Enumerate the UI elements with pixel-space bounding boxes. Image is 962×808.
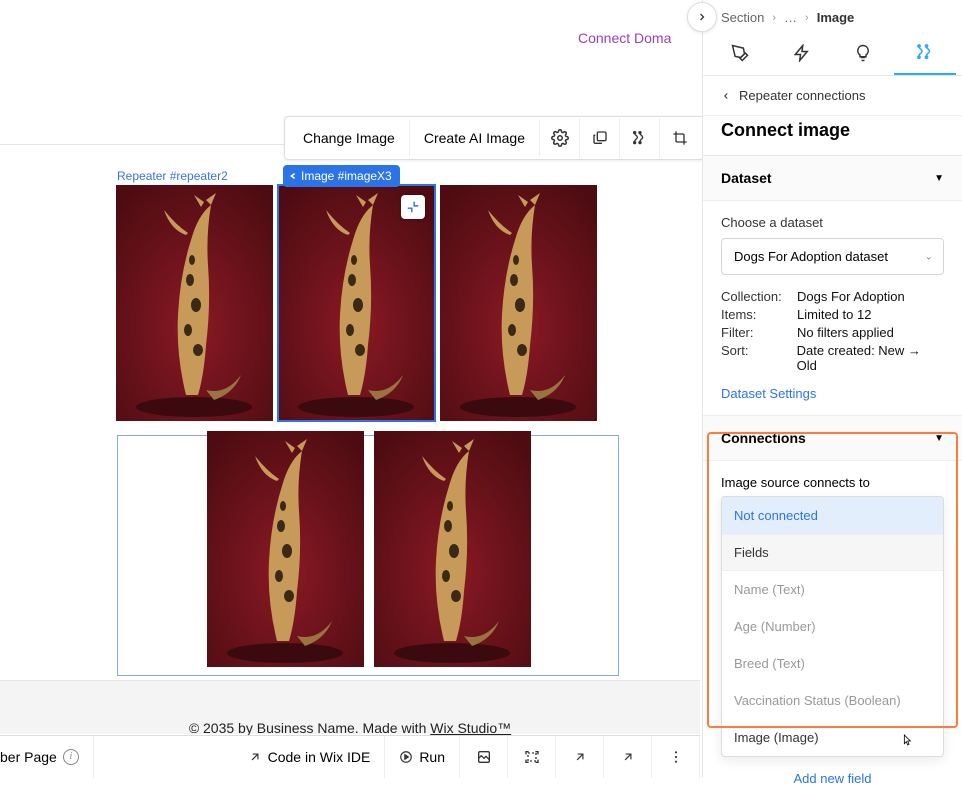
tab-data[interactable] [894, 31, 956, 75]
connections-section-label: Connections [721, 430, 806, 446]
layers-icon[interactable] [580, 118, 620, 158]
kv-key: Sort: [721, 343, 789, 373]
dataset-section: Choose a dataset Dogs For Adoption datas… [703, 201, 962, 416]
tab-design[interactable] [709, 31, 771, 75]
code-ide-label: Code in Wix IDE [268, 749, 371, 765]
repeater-item[interactable] [116, 185, 273, 421]
footer-link[interactable]: Wix Studio™ [430, 720, 511, 736]
data-icon[interactable] [620, 118, 660, 158]
editor-canvas: Change Image Create AI Image Repeater #r… [0, 44, 700, 734]
dropdown-field-vaccination[interactable]: Vaccination Status (Boolean) [722, 682, 943, 719]
kv-val: Limited to 12 [797, 307, 871, 322]
inspector-panel: Section › … › Image Repeater connections… [702, 0, 962, 777]
chevron-down-icon: ▼ [934, 433, 944, 444]
panel-tabs [703, 31, 962, 76]
code-ide-button[interactable]: Code in Wix IDE [234, 736, 386, 778]
connections-section: Image source connects to Not connected F… [703, 461, 962, 808]
dataset-select-value: Dogs For Adoption dataset [734, 249, 888, 264]
page-name: ber Page [0, 749, 57, 765]
panel-title: Connect image [703, 116, 962, 156]
repeater-item[interactable] [440, 185, 597, 421]
kv-val: No filters applied [797, 325, 894, 340]
kv-key: Collection: [721, 289, 789, 304]
settings-icon[interactable] [540, 118, 580, 158]
image-tag-label: Image #imageX3 [301, 169, 392, 183]
chevron-right-icon: › [772, 12, 776, 24]
bottom-toolbar: ber Page i Code in Wix IDE Run [0, 735, 700, 777]
create-ai-image-button[interactable]: Create AI Image [410, 120, 540, 156]
collapse-icon[interactable] [401, 195, 425, 219]
chevron-right-icon: › [805, 12, 809, 24]
repeater-item[interactable] [207, 431, 364, 667]
dropdown-field-breed[interactable]: Breed (Text) [722, 645, 943, 682]
run-label: Run [419, 749, 445, 765]
back-button[interactable]: Repeater connections [703, 76, 962, 116]
dataset-select[interactable]: Dogs For Adoption dataset ⌄ [721, 238, 944, 275]
dropdown-group-fields: Fields [722, 534, 943, 571]
choose-dataset-label: Choose a dataset [721, 215, 944, 230]
image-id-tag[interactable]: Image #imageX3 [283, 165, 400, 187]
expand-icon-2[interactable] [604, 736, 652, 778]
repeater-id-label: Repeater #repeater2 [117, 169, 228, 183]
kv-val: Date created: New → Old [797, 343, 944, 373]
kv-key: Filter: [721, 325, 789, 340]
tab-interactions[interactable] [833, 31, 895, 75]
tab-animation[interactable] [771, 31, 833, 75]
add-new-field-button[interactable]: Add new field [721, 757, 944, 800]
dataset-section-header[interactable]: Dataset ▼ [703, 156, 962, 201]
dataset-section-label: Dataset [721, 170, 772, 186]
tool-icon-2[interactable] [508, 736, 556, 778]
run-button[interactable]: Run [385, 736, 460, 778]
image-action-bar: Change Image Create AI Image [284, 116, 705, 160]
footer-text: © 2035 by Business Name. Made with Wix S… [0, 720, 700, 736]
repeater-grid[interactable] [115, 184, 623, 668]
footer-copy: © 2035 by Business Name. Made with [189, 720, 430, 736]
expand-icon[interactable] [556, 736, 604, 778]
dropdown-field-name[interactable]: Name (Text) [722, 571, 943, 608]
dropdown-field-age[interactable]: Age (Number) [722, 608, 943, 645]
connections-section-header[interactable]: Connections ▼ [703, 416, 962, 461]
dataset-settings-link[interactable]: Dataset Settings [721, 386, 816, 401]
connects-to-label: Image source connects to [721, 475, 870, 490]
page-selector[interactable]: ber Page i [0, 736, 94, 778]
cursor-icon [899, 732, 915, 750]
chevron-down-icon: ▼ [934, 173, 944, 184]
chevron-down-icon: ⌄ [925, 251, 933, 262]
breadcrumb-current: Image [817, 10, 855, 25]
dropdown-option-not-connected[interactable]: Not connected [722, 497, 943, 534]
info-icon[interactable]: i [63, 749, 79, 765]
kv-val: Dogs For Adoption [797, 289, 905, 304]
breadcrumb-root[interactable]: Section [721, 10, 764, 25]
crop-icon[interactable] [660, 118, 700, 158]
breadcrumb-mid[interactable]: … [784, 10, 797, 25]
repeater-item-selected[interactable] [278, 185, 435, 421]
kv-key: Items: [721, 307, 789, 322]
tool-icon-1[interactable] [460, 736, 508, 778]
image-source-dropdown[interactable]: Not connected Fields Name (Text) Age (Nu… [721, 496, 944, 757]
breadcrumb[interactable]: Section › … › Image [703, 0, 962, 31]
back-label: Repeater connections [739, 88, 865, 103]
repeater-item[interactable] [374, 431, 531, 667]
more-icon[interactable] [652, 736, 700, 778]
change-image-button[interactable]: Change Image [289, 120, 410, 156]
panel-collapse-button[interactable] [687, 2, 717, 32]
